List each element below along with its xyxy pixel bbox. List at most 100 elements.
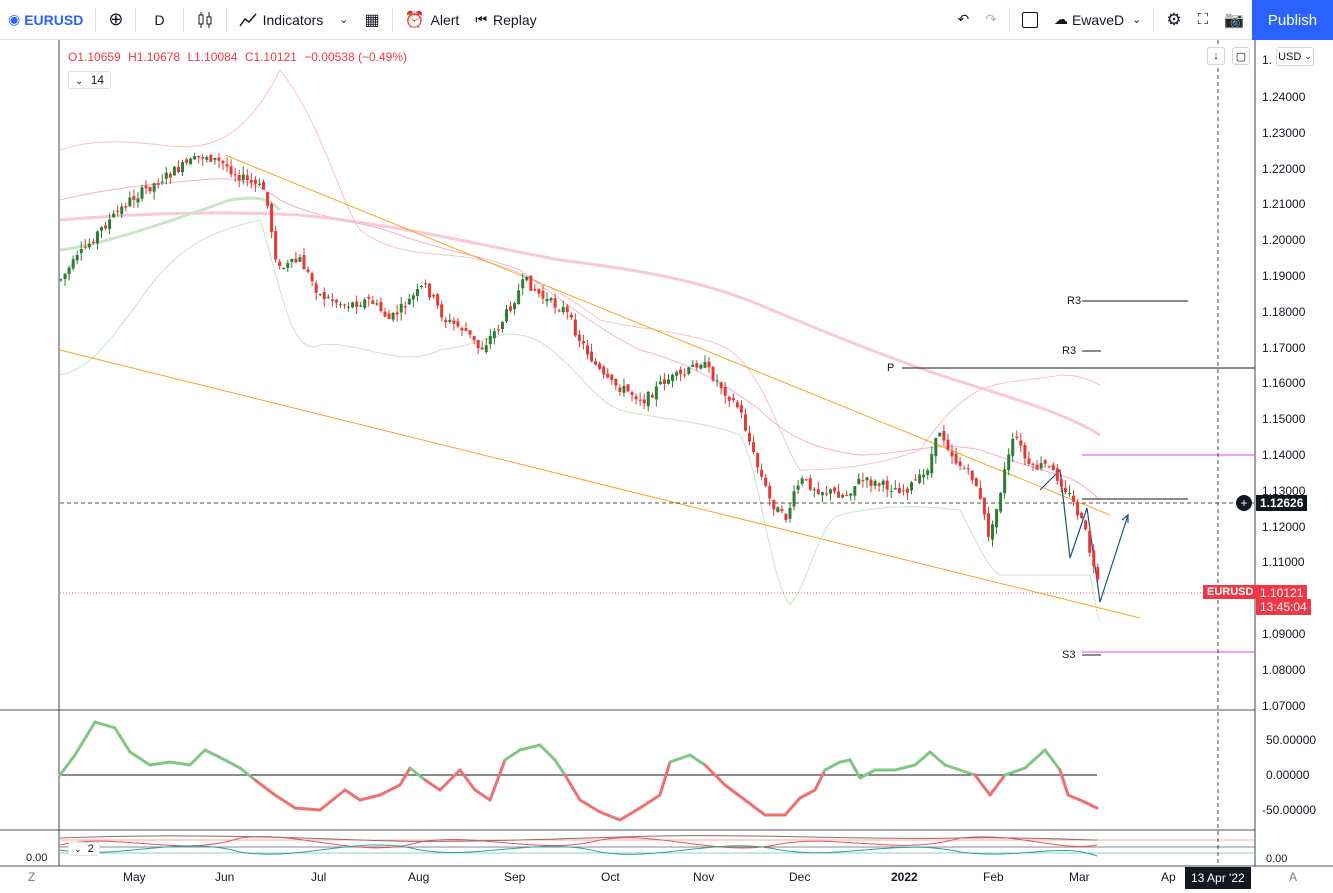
candle-body — [893, 488, 897, 490]
candle-body — [662, 379, 666, 385]
candle-body — [942, 431, 946, 441]
time-axis-label: 2022 — [891, 870, 918, 884]
candle-body — [338, 304, 342, 306]
chart-canvas[interactable] — [0, 40, 1333, 893]
auto-scale-toggle[interactable]: A — [1289, 870, 1297, 884]
zoom-toggle[interactable]: Z — [28, 870, 35, 884]
candle-body — [257, 183, 261, 185]
candle-body — [468, 330, 472, 335]
snapshot-button[interactable]: 📷 — [1216, 0, 1252, 40]
replay-button[interactable]: ⏮ Replay — [467, 0, 544, 40]
candle-body — [910, 482, 913, 491]
oscillator-segment — [943, 763, 962, 772]
ohlc-legend: O1.10659 H1.10678 L1.10084 C1.10121 −0.0… — [68, 50, 411, 64]
oscillator-segment — [913, 750, 932, 767]
indicators-dropdown[interactable]: ⌄ — [331, 0, 356, 40]
candle-body — [1019, 440, 1023, 446]
scroll-to-end-button[interactable]: ↓ — [1207, 47, 1225, 65]
indicator-collapse-toggle[interactable]: ⌄ 14 — [68, 71, 112, 89]
wave-projection[interactable] — [1039, 468, 1129, 603]
oscillator-segment — [378, 783, 402, 797]
candle-body — [172, 166, 176, 176]
candle-body — [343, 304, 346, 306]
candle-body — [411, 295, 415, 300]
oscillator-segment — [973, 773, 992, 797]
candle-body — [679, 369, 683, 375]
plus-circle-icon: ⊕ — [108, 9, 124, 29]
indicator-collapse-toggle[interactable]: ⌄ 2 — [68, 842, 100, 856]
candle-body — [999, 493, 1003, 512]
candle-body — [594, 361, 598, 365]
candle-body — [266, 192, 270, 206]
channel-upper-line[interactable] — [224, 154, 1111, 516]
alert-button[interactable]: ⏰ Alert — [397, 0, 468, 40]
interval-button[interactable]: D — [140, 0, 178, 40]
oscillator-segment — [273, 793, 297, 810]
oscillator-segment — [783, 796, 802, 817]
candle-body — [124, 206, 128, 208]
candle-body — [812, 489, 816, 491]
channel-lower-line[interactable] — [59, 349, 1141, 619]
candle-body — [590, 351, 594, 362]
candle-body — [217, 157, 221, 161]
candle-body — [889, 491, 893, 493]
candle-body — [598, 363, 602, 369]
maximize-icon: ▢ — [1235, 50, 1247, 63]
candle-body — [614, 378, 618, 386]
candle-body — [249, 180, 253, 183]
pivot-s3-label: S3 — [1062, 649, 1076, 661]
candle-body — [1096, 567, 1100, 580]
candle-body — [509, 306, 513, 311]
layout-name-button[interactable]: ☁ EwaveD ⌄ — [1046, 0, 1149, 40]
candle-body — [703, 362, 707, 368]
indicators-button[interactable]: Indicators — [231, 0, 332, 40]
candle-body — [926, 470, 930, 475]
add-alert-plus-button[interactable]: + — [1236, 495, 1252, 511]
candle-body — [407, 298, 411, 305]
templates-button[interactable]: ▦ — [356, 0, 387, 40]
candle-body — [561, 307, 565, 313]
layout-button[interactable] — [1014, 0, 1046, 40]
fullscreen-button[interactable]: ⛶ — [1190, 0, 1217, 40]
oscillator-segment — [318, 788, 347, 812]
candle-body — [788, 507, 792, 519]
oscillator-segment — [668, 753, 692, 764]
bar-countdown: 13:45:04 — [1256, 599, 1311, 615]
oscillator-segment — [398, 766, 412, 787]
candle-body — [881, 480, 885, 485]
candle-body — [743, 414, 747, 431]
symbol-search[interactable]: ◉ EURUSD — [0, 0, 91, 40]
left-axis-label: 0.00 — [26, 852, 48, 864]
candle-body — [586, 345, 589, 355]
compare-button[interactable]: ⊕ — [100, 0, 131, 40]
oscillator-segment — [1078, 798, 1099, 810]
price-axis-label: 1.24000 — [1262, 90, 1306, 104]
osc-axis-label: -50.00000 — [1262, 803, 1317, 817]
candles-icon — [198, 11, 212, 28]
candle-body — [152, 183, 156, 192]
candle-body — [278, 261, 282, 267]
candle-body — [646, 391, 650, 407]
candle-body — [841, 494, 845, 498]
legend-high: H1.10678 — [128, 50, 181, 64]
candle-body — [456, 321, 460, 327]
publish-button[interactable]: Publish — [1252, 0, 1333, 40]
candle-body — [695, 363, 699, 368]
undo-button[interactable]: ↶ — [949, 0, 977, 40]
candle-body — [419, 286, 423, 288]
candle-body — [322, 292, 326, 299]
divider — [391, 7, 393, 32]
oscillator-segment — [128, 750, 152, 767]
currency-selector[interactable]: USD ⌄ — [1276, 47, 1314, 66]
chart-type-button[interactable] — [188, 0, 222, 40]
candle-body — [379, 301, 383, 312]
legend-low: L1.10084 — [187, 50, 238, 64]
pivot-r3-label: R3 — [1062, 345, 1077, 357]
candle-body — [756, 453, 760, 468]
maximize-pane-button[interactable]: ▢ — [1232, 47, 1250, 65]
oscillator-segment — [798, 788, 817, 800]
candle-body — [492, 331, 496, 339]
settings-button[interactable]: ⚙ — [1158, 0, 1189, 40]
oscillator-segment — [93, 720, 117, 730]
redo-button[interactable]: ↷ — [977, 0, 1005, 40]
